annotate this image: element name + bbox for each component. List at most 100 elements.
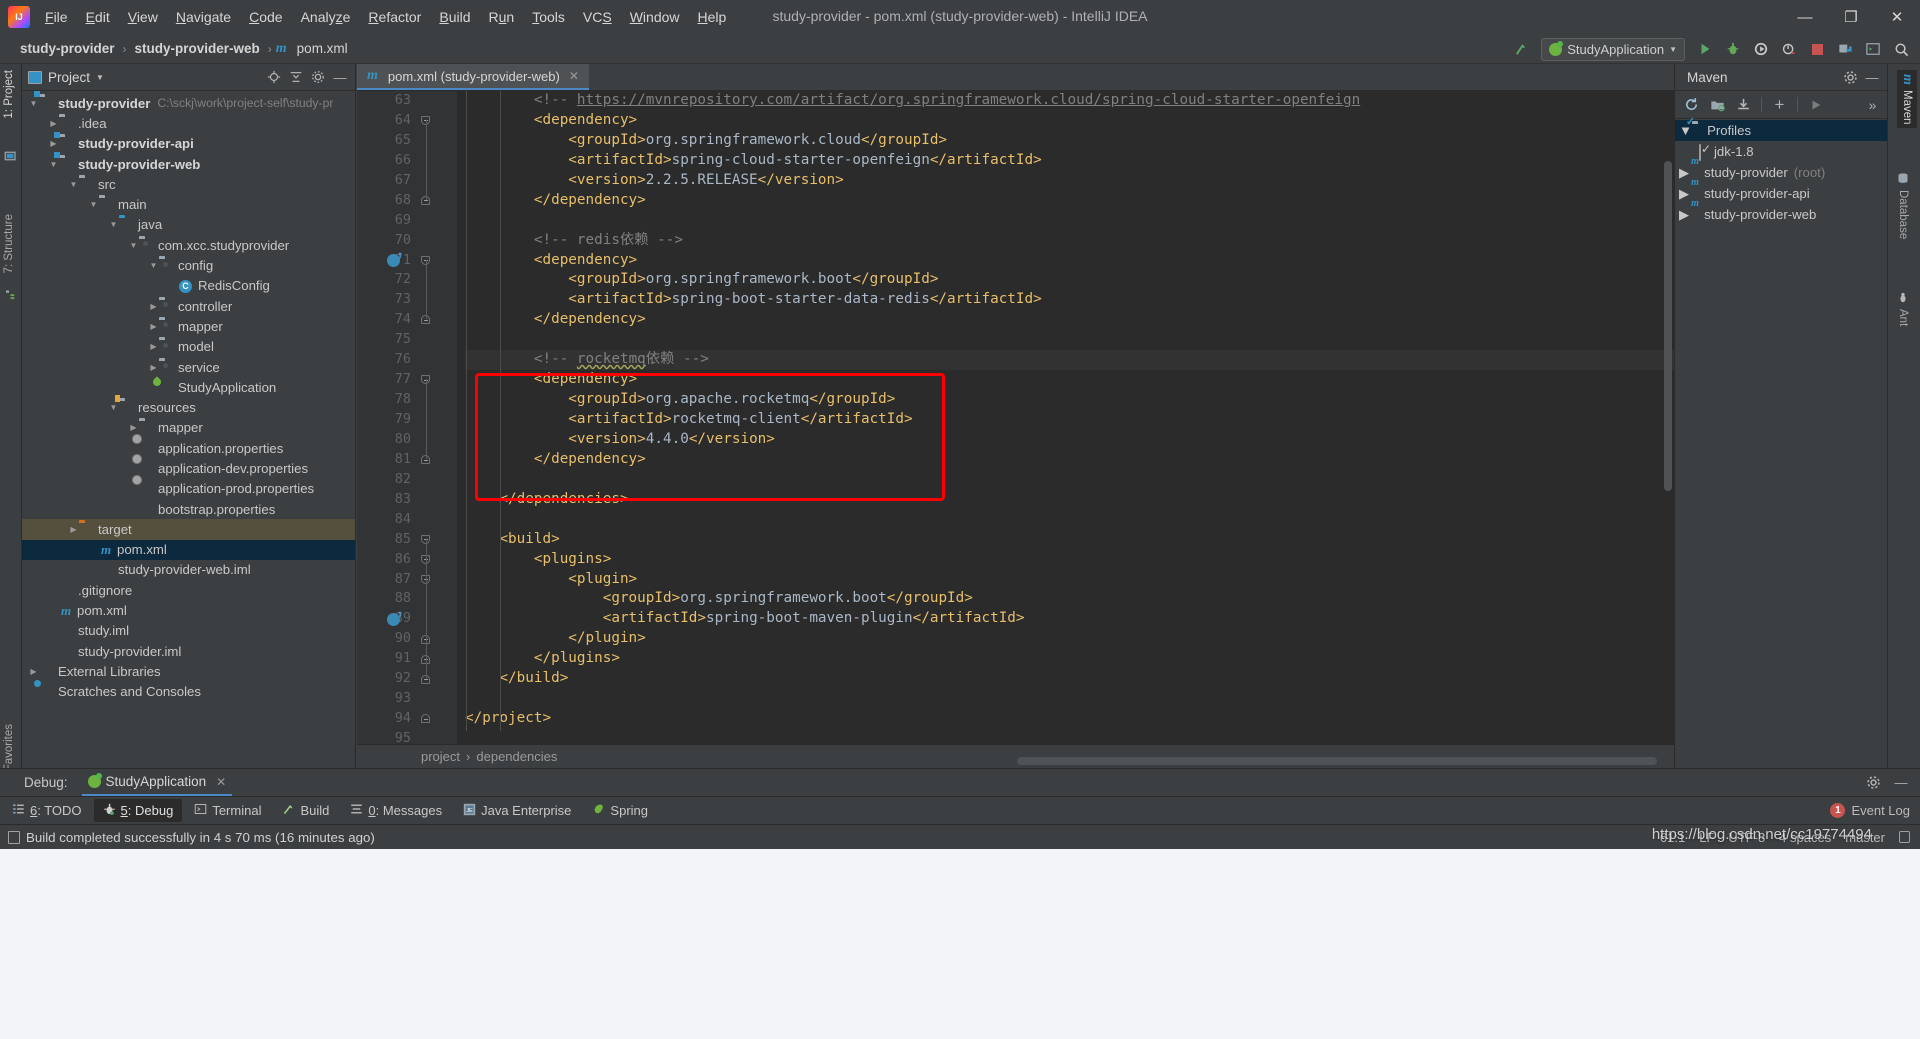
chevron-down-icon[interactable]: ▼ — [148, 261, 159, 270]
close-session-icon[interactable]: ✕ — [216, 775, 226, 789]
tool-window-button-spring[interactable]: Spring — [583, 799, 657, 822]
chevron-down-icon[interactable]: ▼ — [88, 200, 99, 209]
tree-node[interactable]: bootstrap.properties — [22, 499, 355, 519]
menu-help[interactable]: Help — [689, 5, 736, 29]
stop-button[interactable] — [1804, 37, 1830, 61]
code-line[interactable]: <groupId>org.springframework.boot</group… — [465, 270, 1674, 290]
chevron-down-icon[interactable]: ▼ — [96, 73, 104, 82]
tree-node[interactable]: application-dev.properties — [22, 458, 355, 478]
add-icon[interactable]: + — [1767, 93, 1792, 116]
tree-node[interactable]: ▼study-provider-web — [22, 154, 355, 174]
debug-settings-gear-icon[interactable] — [1862, 772, 1884, 794]
code-line[interactable]: <build> — [465, 530, 1674, 550]
debug-button[interactable] — [1720, 37, 1746, 61]
code-line[interactable]: <artifactId>rocketmq-client</artifactId> — [465, 410, 1674, 430]
debug-session-tab[interactable]: StudyApplication ✕ — [82, 769, 233, 796]
chevron-right-icon[interactable]: ▶ — [148, 363, 159, 372]
run-configuration-selector[interactable]: StudyApplication ▼ — [1541, 38, 1685, 61]
tool-window-maven[interactable]: m Maven — [1897, 70, 1917, 128]
editor-breadcrumb-item-0[interactable]: project — [421, 749, 460, 764]
code-line[interactable]: </plugins> — [465, 649, 1674, 669]
code-line[interactable]: <dependency> — [465, 370, 1674, 390]
code-line[interactable]: <groupId>org.springframework.cloud</grou… — [465, 131, 1674, 151]
maven-tree-node[interactable]: jdk-1.8 — [1675, 141, 1887, 162]
chevron-right-icon[interactable]: ▶ — [148, 342, 159, 351]
chevron-right-icon[interactable]: ▶ — [48, 139, 59, 148]
hide-debug-panel-button[interactable]: — — [1890, 772, 1912, 794]
menu-build[interactable]: Build — [430, 5, 479, 29]
chevron-right-icon[interactable]: ▶ — [1679, 186, 1689, 202]
chevron-right-icon[interactable]: ▶ — [68, 525, 79, 534]
lock-icon[interactable] — [1899, 831, 1910, 843]
chevron-down-icon[interactable]: ▼ — [108, 403, 119, 412]
add-maven-project-icon[interactable] — [1705, 93, 1730, 116]
tree-node[interactable]: ▼main — [22, 194, 355, 214]
code-line[interactable]: </plugin> — [465, 629, 1674, 649]
code-line[interactable]: <version>4.4.0</version> — [465, 430, 1674, 450]
tree-node[interactable]: StudyApplication — [22, 377, 355, 397]
code-line[interactable] — [465, 211, 1674, 231]
tree-node[interactable]: ▶service — [22, 357, 355, 377]
reload-projects-icon[interactable] — [1679, 93, 1704, 116]
breadcrumb-item-2[interactable]: pom.xml — [293, 40, 352, 57]
maven-tree-node[interactable]: ▶study-provider(root) — [1675, 162, 1887, 183]
code-line[interactable]: </project> — [465, 709, 1674, 729]
tree-node[interactable]: ▼config — [22, 255, 355, 275]
tree-node[interactable]: ▶mapper — [22, 316, 355, 336]
tree-node[interactable]: ▶study-provider-api — [22, 134, 355, 154]
chevron-down-icon[interactable]: ▼ — [28, 99, 39, 108]
tree-node[interactable]: ▼com.xcc.studyprovider — [22, 235, 355, 255]
chevron-down-icon[interactable]: ▼ — [68, 180, 79, 189]
code-line[interactable]: </build> — [465, 669, 1674, 689]
maven-dependency-gutter-icon[interactable] — [387, 613, 400, 626]
run-button[interactable] — [1692, 37, 1718, 61]
maximize-button[interactable]: ❐ — [1828, 0, 1874, 34]
caret-position[interactable]: 61:1 — [1660, 830, 1685, 845]
maven-dependency-gutter-icon[interactable] — [387, 254, 400, 267]
code-line[interactable]: </dependency> — [465, 310, 1674, 330]
code-line[interactable] — [465, 330, 1674, 350]
close-tab-icon[interactable]: ✕ — [569, 69, 579, 83]
search-everywhere-icon[interactable] — [1888, 37, 1914, 61]
hide-maven-panel-button[interactable]: — — [1861, 66, 1883, 88]
profile-button[interactable] — [1776, 37, 1802, 61]
code-line[interactable]: <artifactId>spring-cloud-starter-openfei… — [465, 151, 1674, 171]
code-content[interactable]: <!-- https://mvnrepository.com/artifact/… — [457, 91, 1674, 744]
collapse-all-icon[interactable] — [285, 66, 307, 88]
execute-goal-icon[interactable] — [1803, 93, 1828, 116]
tool-window-button-terminal[interactable]: Terminal — [185, 799, 270, 822]
code-fold-toggle[interactable] — [421, 714, 430, 723]
run-with-coverage-button[interactable] — [1748, 37, 1774, 61]
tool-window-structure[interactable]: 7: Structure — [3, 214, 15, 273]
menu-window[interactable]: Window — [621, 5, 689, 29]
code-line[interactable]: </dependency> — [465, 450, 1674, 470]
tree-node[interactable]: .gitignore — [22, 580, 355, 600]
project-settings-gear-icon[interactable] — [307, 66, 329, 88]
tool-window-database[interactable]: Database — [1897, 172, 1909, 239]
maven-projects-tree[interactable]: ▼Profilesjdk-1.8▶study-provider(root)▶st… — [1675, 119, 1887, 768]
code-line[interactable]: <plugins> — [465, 550, 1674, 570]
code-line[interactable]: </dependencies> — [465, 490, 1674, 510]
code-line[interactable] — [465, 470, 1674, 490]
download-sources-icon[interactable] — [1731, 93, 1756, 116]
update-application-icon[interactable] — [1832, 37, 1858, 61]
tool-window-button-debug[interactable]: 5: Debug — [94, 799, 183, 822]
menu-file[interactable]: File — [36, 5, 77, 29]
indent-setting[interactable]: 4 spaces — [1779, 830, 1831, 845]
maven-settings-gear-icon[interactable] — [1839, 66, 1861, 88]
menu-analyze[interactable]: Analyze — [292, 5, 360, 29]
code-line[interactable]: <!-- rocketmq依赖 --> — [465, 350, 1674, 370]
line-separator[interactable]: LF — [1699, 830, 1714, 845]
tree-node[interactable]: mpom.xml — [22, 600, 355, 620]
tree-node[interactable]: ▼study-providerC:\sckj\work\project-self… — [22, 93, 355, 113]
editor-vertical-scrollbar[interactable] — [1664, 161, 1672, 491]
minimize-button[interactable]: — — [1782, 0, 1828, 34]
breadcrumb-item-0[interactable]: study-provider — [16, 40, 119, 57]
close-button[interactable]: ✕ — [1874, 0, 1920, 34]
breadcrumb-item-1[interactable]: study-provider-web — [131, 40, 264, 57]
editor-horizontal-scrollbar[interactable] — [1017, 757, 1657, 765]
code-line[interactable]: <artifactId>spring-boot-starter-data-red… — [465, 290, 1674, 310]
code-line[interactable]: <artifactId>spring-boot-maven-plugin</ar… — [465, 609, 1674, 629]
code-line[interactable]: <!-- redis依赖 --> — [465, 231, 1674, 251]
tree-node[interactable]: Scratches and Consoles — [22, 682, 355, 702]
